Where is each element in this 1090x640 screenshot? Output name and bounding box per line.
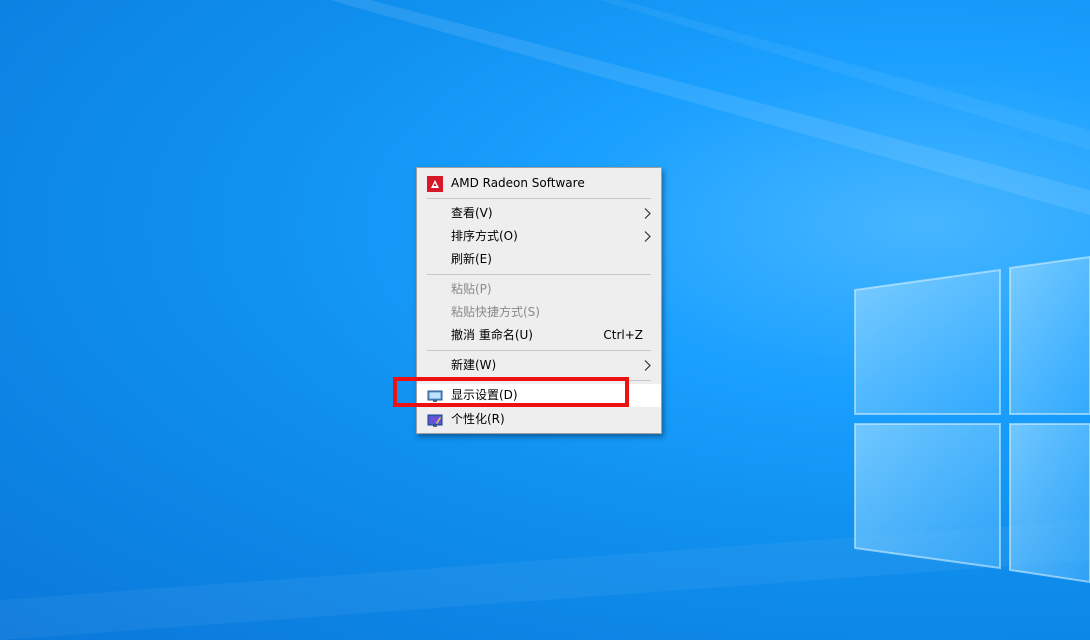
red-highlight-annotation (393, 377, 629, 407)
menu-item-label: 粘贴(P) (451, 282, 492, 296)
chevron-right-icon (644, 208, 651, 219)
menu-separator (427, 198, 651, 199)
menu-separator (427, 350, 651, 351)
menu-separator (427, 274, 651, 275)
menu-item-amd-radeon-software[interactable]: AMD Radeon Software (417, 172, 661, 195)
menu-item-shortcut: Ctrl+Z (603, 328, 643, 342)
menu-item-label: 撤消 重命名(U) (451, 328, 533, 342)
menu-item-label: 粘贴快捷方式(S) (451, 305, 540, 319)
menu-item-new[interactable]: 新建(W) (417, 354, 661, 377)
menu-item-sort-by[interactable]: 排序方式(O) (417, 225, 661, 248)
chevron-right-icon (644, 360, 651, 371)
menu-item-label: 排序方式(O) (451, 229, 518, 243)
menu-item-paste: 粘贴(P) (417, 278, 661, 301)
menu-item-undo-rename[interactable]: 撤消 重命名(U) Ctrl+Z (417, 324, 661, 347)
menu-item-refresh[interactable]: 刷新(E) (417, 248, 661, 271)
menu-item-label: 查看(V) (451, 206, 493, 220)
menu-item-label: 新建(W) (451, 358, 497, 372)
menu-item-view[interactable]: 查看(V) (417, 202, 661, 225)
menu-item-label: AMD Radeon Software (451, 176, 585, 190)
amd-radeon-icon (427, 176, 443, 192)
menu-item-paste-shortcut: 粘贴快捷方式(S) (417, 301, 661, 324)
menu-item-label: 刷新(E) (451, 252, 492, 266)
menu-item-label: 个性化(R) (451, 412, 505, 426)
chevron-right-icon (644, 231, 651, 242)
menu-item-personalize[interactable]: 个性化(R) (417, 408, 661, 431)
personalize-icon (427, 414, 443, 427)
